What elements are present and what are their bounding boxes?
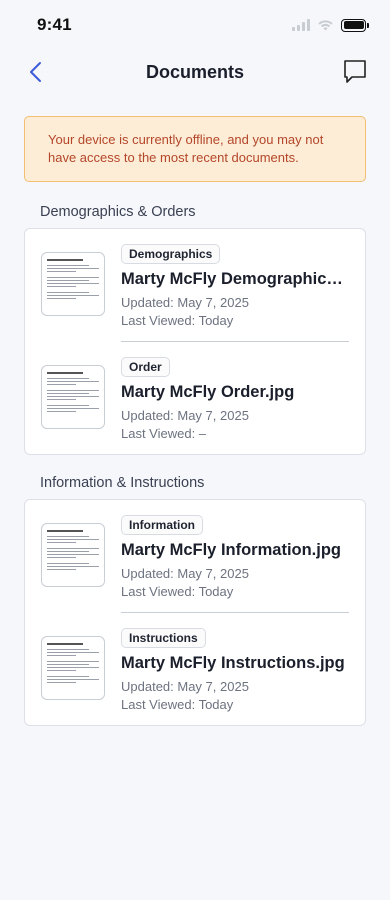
status-bar: 9:41 [0,0,390,50]
battery-icon [341,18,369,32]
document-name: Marty McFly Demographics.jpg [121,270,349,288]
document-card: Information Marty McFly Information.jpg … [24,499,366,726]
page-title: Documents [145,61,244,82]
document-tag: Instructions [121,628,206,648]
nav-bar: Documents [0,50,390,94]
document-tag: Information [121,515,203,535]
document-updated: Updated: May 7, 2025 [121,295,249,310]
document-name: Marty McFly Instructions.jpg [121,654,345,672]
document-last-viewed: Last Viewed: Today [121,313,234,328]
document-last-viewed: Last Viewed: Today [121,697,234,712]
document-last-viewed: Last Viewed: Today [121,584,234,599]
document-thumbnail [41,365,105,429]
document-thumbnail [41,636,105,700]
cellular-signal-icon [292,19,310,31]
document-row[interactable]: Order Marty McFly Order.jpg Updated: May… [41,342,349,454]
status-time: 9:41 [37,15,72,34]
document-updated: Updated: May 7, 2025 [121,408,249,423]
document-thumbnail [41,523,105,587]
document-row[interactable]: Information Marty McFly Information.jpg … [41,500,349,612]
section-title-demographics-orders: Demographics & Orders [40,204,196,220]
document-tag: Order [121,357,170,377]
offline-banner: Your device is currently offline, and yo… [24,116,366,182]
chevron-left-icon[interactable] [26,60,48,84]
document-tag: Demographics [121,244,221,264]
document-updated: Updated: May 7, 2025 [121,566,249,581]
document-name: Marty McFly Order.jpg [121,383,295,401]
document-thumbnail [41,252,105,316]
wifi-icon [318,20,333,31]
offline-banner-text: Your device is currently offline, and yo… [48,132,324,165]
document-row[interactable]: Demographics Marty McFly Demographics.jp… [41,229,349,341]
document-name: Marty McFly Information.jpg [121,541,342,559]
chat-bubble-icon[interactable] [342,58,368,86]
section-title-information-instructions: Information & Instructions [40,475,205,491]
document-card: Demographics Marty McFly Demographics.jp… [24,228,366,455]
document-row[interactable]: Instructions Marty McFly Instructions.jp… [41,613,349,725]
document-updated: Updated: May 7, 2025 [121,679,249,694]
document-last-viewed: Last Viewed: – [121,426,207,441]
status-icons [292,18,369,32]
